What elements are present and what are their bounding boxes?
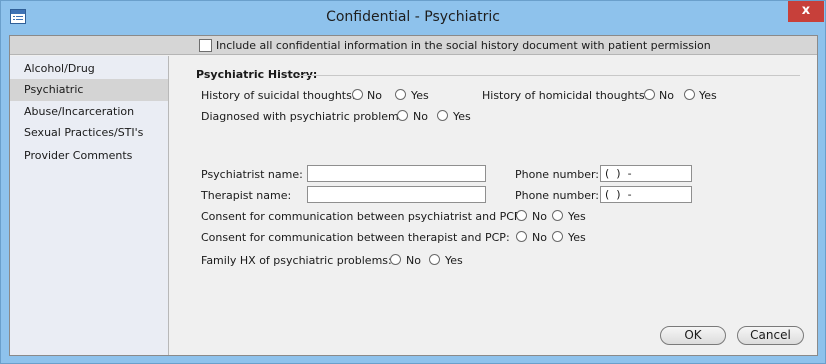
consent-therapist-yes-label[interactable]: Yes xyxy=(568,231,586,244)
window-title: Confidential - Psychiatric xyxy=(326,9,500,25)
family-hx-yes-label[interactable]: Yes xyxy=(445,254,463,267)
consent-therapist-no-radio[interactable] xyxy=(516,231,527,242)
diagnosed-yes-label[interactable]: Yes xyxy=(453,110,471,123)
sidebar-item-alcohol-drug[interactable]: Alcohol/Drug xyxy=(10,58,168,80)
consent-therapist-label: Consent for communication between therap… xyxy=(201,231,510,244)
diagnosed-no-radio[interactable] xyxy=(397,110,408,121)
title-bar[interactable]: Confidential - Psychiatric x xyxy=(1,1,825,35)
sidebar-item-label: Psychiatric xyxy=(24,83,84,96)
psychiatrist-phone-input[interactable]: ( ) - xyxy=(600,165,692,182)
family-hx-label: Family HX of psychiatric problems: xyxy=(201,254,392,267)
include-confidential-checkbox[interactable] xyxy=(199,39,212,52)
homicidal-yes-label[interactable]: Yes xyxy=(699,89,717,102)
suicidal-yes-radio[interactable] xyxy=(395,89,406,100)
close-icon: x xyxy=(801,3,811,18)
suicidal-no-label[interactable]: No xyxy=(367,89,382,102)
therapist-name-label: Therapist name: xyxy=(201,189,292,202)
homicidal-thoughts-label: History of homicidal thoughts: xyxy=(482,89,649,102)
psychiatrist-name-label: Psychiatrist name: xyxy=(201,168,303,181)
sidebar-item-label: Provider Comments xyxy=(24,149,133,162)
homicidal-no-radio[interactable] xyxy=(644,89,655,100)
sidebar-nav: Alcohol/Drug Psychiatric Abuse/Incarcera… xyxy=(10,56,169,355)
dialog-window: Confidential - Psychiatric x Include all… xyxy=(0,0,826,364)
therapist-phone-input[interactable]: ( ) - xyxy=(600,186,692,203)
cancel-button[interactable]: Cancel xyxy=(737,326,804,345)
homicidal-no-label[interactable]: No xyxy=(659,89,674,102)
consent-psychiatrist-no-radio[interactable] xyxy=(516,210,527,221)
family-hx-no-label[interactable]: No xyxy=(406,254,421,267)
consent-psychiatrist-yes-radio[interactable] xyxy=(552,210,563,221)
consent-psychiatrist-label: Consent for communication between psychi… xyxy=(201,210,525,223)
diagnosed-no-label[interactable]: No xyxy=(413,110,428,123)
family-hx-yes-radio[interactable] xyxy=(429,254,440,265)
psychiatric-form: Psychiatric History: History of suicidal… xyxy=(170,56,817,355)
include-confidential-bar: Include all confidential information in … xyxy=(10,36,817,55)
psychiatrist-phone-label: Phone number: xyxy=(515,168,600,181)
section-divider xyxy=(298,75,800,76)
sidebar-item-sexual-practices[interactable]: Sexual Practices/STI's xyxy=(10,122,168,144)
sidebar-item-provider-comments[interactable]: Provider Comments xyxy=(10,145,168,167)
suicidal-thoughts-label: History of suicidal thoughts: xyxy=(201,89,356,102)
ok-button[interactable]: OK xyxy=(660,326,726,345)
consent-therapist-yes-radio[interactable] xyxy=(552,231,563,242)
consent-psychiatrist-yes-label[interactable]: Yes xyxy=(568,210,586,223)
therapist-phone-label: Phone number: xyxy=(515,189,600,202)
suicidal-no-radio[interactable] xyxy=(352,89,363,100)
diagnosed-label: Diagnosed with psychiatric problem: xyxy=(201,110,403,123)
family-hx-no-radio[interactable] xyxy=(390,254,401,265)
close-button[interactable]: x xyxy=(788,1,824,22)
sidebar-item-label: Alcohol/Drug xyxy=(24,62,95,75)
homicidal-yes-radio[interactable] xyxy=(684,89,695,100)
diagnosed-yes-radio[interactable] xyxy=(437,110,448,121)
consent-psychiatrist-no-label[interactable]: No xyxy=(532,210,547,223)
psychiatrist-name-input[interactable] xyxy=(307,165,486,182)
sidebar-item-psychiatric[interactable]: Psychiatric xyxy=(10,79,168,101)
include-confidential-label[interactable]: Include all confidential information in … xyxy=(216,39,711,52)
sidebar-item-abuse-incarceration[interactable]: Abuse/Incarceration xyxy=(10,101,168,123)
suicidal-yes-label[interactable]: Yes xyxy=(411,89,429,102)
sidebar-item-label: Abuse/Incarceration xyxy=(24,105,135,118)
therapist-name-input[interactable] xyxy=(307,186,486,203)
consent-therapist-no-label[interactable]: No xyxy=(532,231,547,244)
sidebar-item-label: Sexual Practices/STI's xyxy=(24,126,144,139)
dialog-client-area: Include all confidential information in … xyxy=(9,35,818,356)
